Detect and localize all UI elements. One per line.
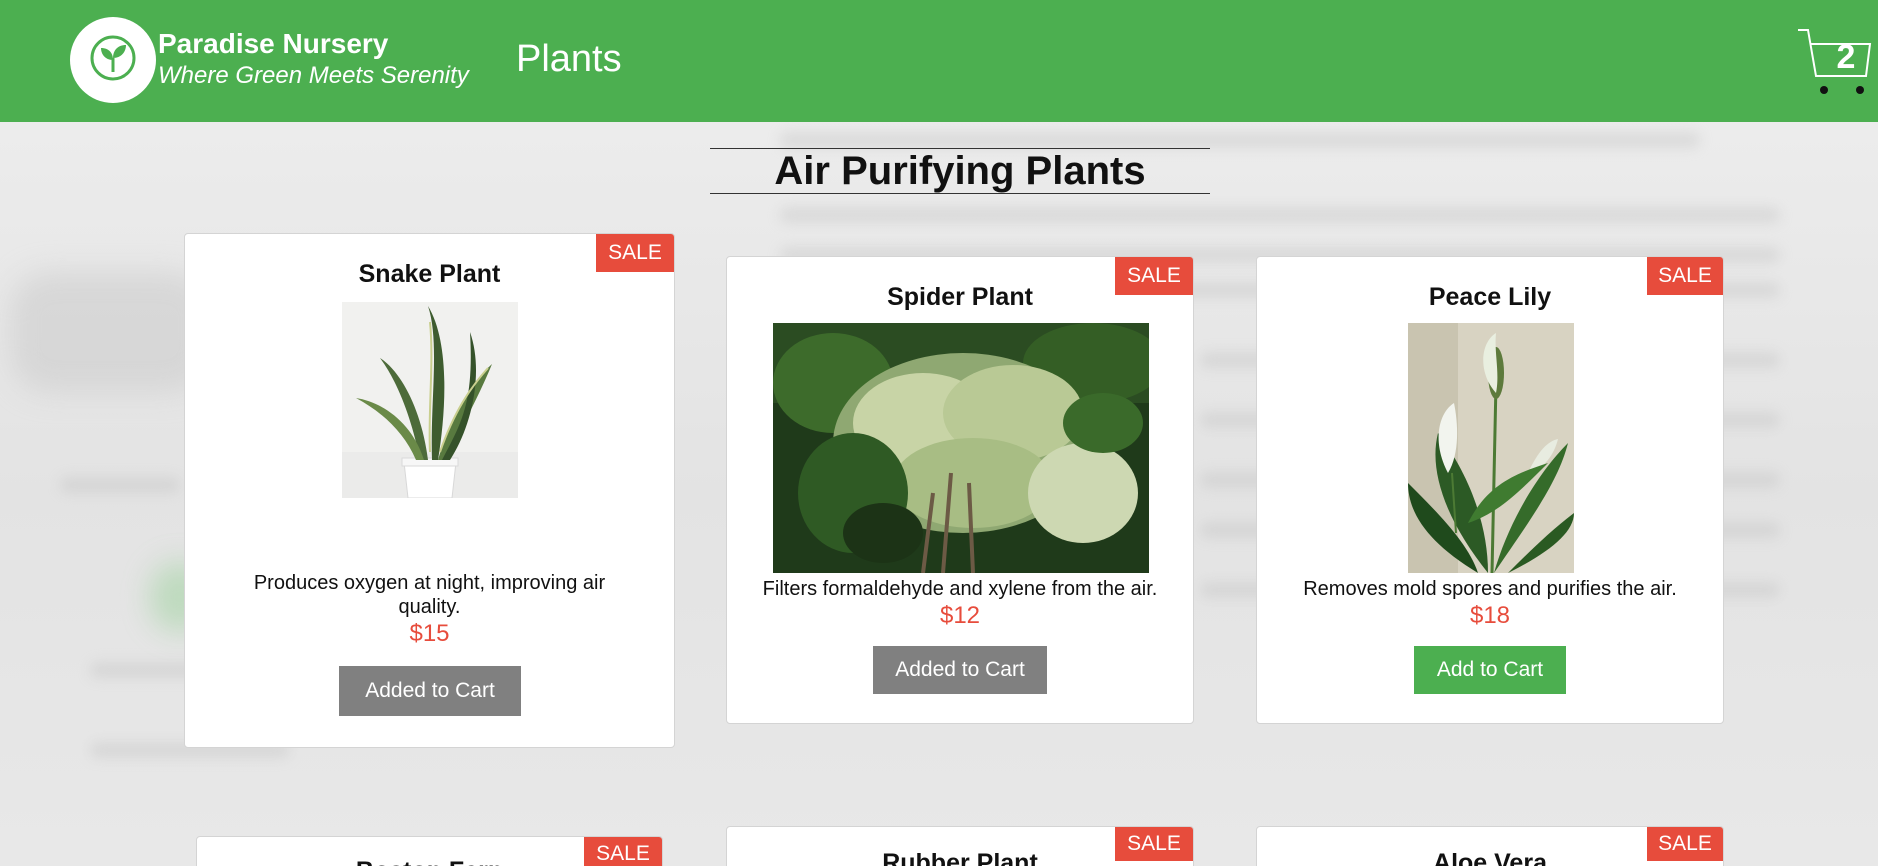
logo[interactable] <box>70 17 156 103</box>
plant-price: $18 <box>1469 602 1511 629</box>
plant-name: Spider Plant <box>887 283 1033 311</box>
plant-description: Filters formaldehyde and xylene from the… <box>762 578 1158 600</box>
plant-card-aloe-vera: SALE Aloe Vera <box>1256 826 1724 866</box>
cart-button[interactable]: 2 <box>1796 24 1872 98</box>
sprout-icon <box>89 34 137 87</box>
added-to-cart-button[interactable]: Added to Cart <box>873 646 1047 694</box>
plant-name: Peace Lily <box>1428 283 1552 311</box>
plant-description: Produces oxygen at night, improving air … <box>253 572 606 618</box>
brand-tagline: Where Green Meets Serenity <box>158 62 469 89</box>
plant-name: Snake Plant <box>358 260 501 288</box>
section-title: Air Purifying Plants <box>710 148 1210 194</box>
nav-link-plants[interactable]: Plants <box>516 38 622 81</box>
plant-image-snake-plant <box>342 302 518 498</box>
plant-card-rubber-plant: SALE Rubber Plant <box>726 826 1194 866</box>
added-to-cart-button[interactable]: Added to Cart <box>339 666 521 716</box>
plant-price: $15 <box>409 620 450 647</box>
plant-name: Aloe Vera <box>1433 849 1547 866</box>
brand-name: Paradise Nursery <box>158 28 389 59</box>
plant-card-boston-fern: SALE Boston Fern <box>196 836 663 866</box>
plant-price: $12 <box>939 602 981 629</box>
plant-image-spider-plant <box>773 323 1149 573</box>
cart-count-badge: 2 <box>1836 38 1856 76</box>
navbar: Paradise Nursery Where Green Meets Seren… <box>0 0 1878 122</box>
plant-name: Boston Fern <box>197 857 662 866</box>
plant-name: Rubber Plant <box>882 849 1038 866</box>
plant-card-peace-lily: SALE Peace Lily Removes mold spores and … <box>1256 256 1724 724</box>
plant-description: Removes mold spores and purifies the air… <box>1303 578 1677 600</box>
plant-image-peace-lily <box>1408 323 1574 573</box>
plant-card-spider-plant: SALE Spider Plant Filters formaldehyde a… <box>726 256 1194 724</box>
plant-card-snake-plant: SALE Snake Plant Produces oxygen at nigh… <box>184 233 675 748</box>
add-to-cart-button[interactable]: Add to Cart <box>1414 646 1566 694</box>
